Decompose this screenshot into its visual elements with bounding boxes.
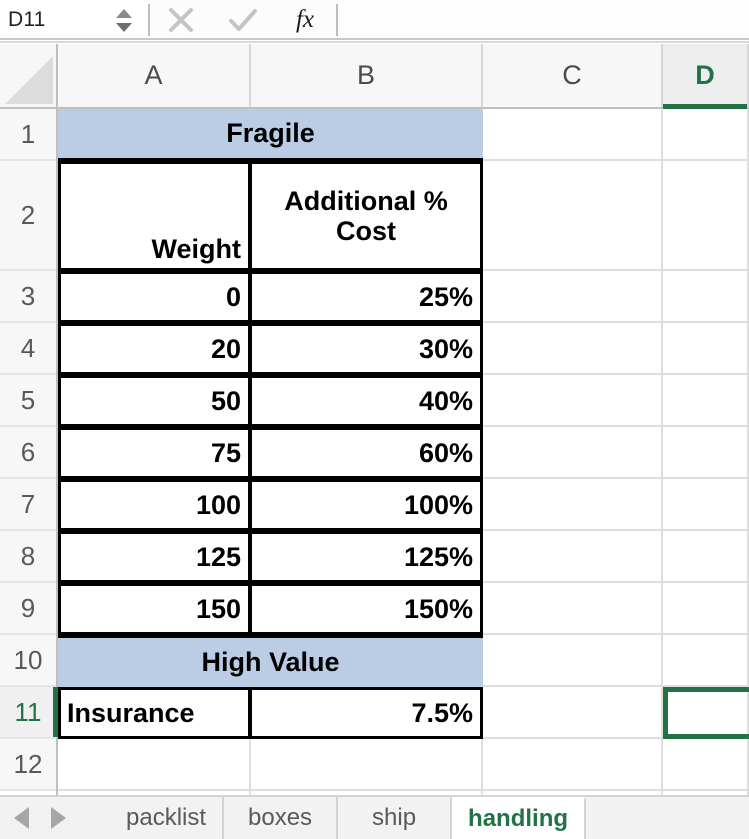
row-header-4[interactable]: 4	[0, 323, 56, 375]
cost-header-line-2: Cost	[336, 216, 396, 246]
formula-bar-buttons: fx	[150, 0, 336, 40]
cell-B4-cost[interactable]: 30%	[249, 323, 483, 375]
cell-B2-cost-header[interactable]: Additional % Cost	[249, 161, 483, 271]
row-header-11[interactable]: 11	[0, 687, 58, 739]
row-header-2[interactable]: 2	[0, 161, 56, 271]
column-header-D[interactable]: D	[663, 44, 749, 109]
cancel-icon[interactable]	[150, 0, 212, 40]
sheet-tab-bar: packlist boxes ship handling	[0, 795, 749, 839]
check-icon[interactable]	[212, 0, 274, 40]
sheet-tab-ship[interactable]: ship	[338, 797, 453, 839]
column-headers: ABCD	[58, 44, 749, 109]
cell-area: Fragile Weight Additional % Cost High Va…	[58, 109, 749, 795]
spinner-down-icon[interactable]	[116, 22, 132, 32]
row-header-7[interactable]: 7	[0, 479, 56, 531]
name-box[interactable]: D11	[0, 0, 148, 40]
cell-A3-weight[interactable]: 0	[58, 271, 251, 323]
cell-A2-weight-header[interactable]: Weight	[58, 161, 251, 271]
spinner-up-icon[interactable]	[116, 8, 132, 18]
cell-A7-weight[interactable]: 100	[58, 479, 251, 531]
spreadsheet-grid: ABCD 1 2 3 4 5 6 7 8 9 10 11 12 Fragile Weight Addi…	[0, 44, 749, 795]
triangle-right-icon[interactable]	[51, 807, 66, 829]
function-icon[interactable]: fx	[274, 0, 336, 40]
cell-A1-fragile-header[interactable]: Fragile	[58, 109, 483, 161]
row-header-10[interactable]: 10	[0, 635, 56, 687]
cell-A10-high-value-header[interactable]: High Value	[58, 635, 483, 687]
select-all-triangle-icon	[5, 56, 53, 104]
formula-input[interactable]	[338, 0, 749, 40]
cell-B3-cost[interactable]: 25%	[249, 271, 483, 323]
row-header-8[interactable]: 8	[0, 531, 56, 583]
cell-B9-cost[interactable]: 150%	[249, 583, 483, 635]
sheet-tab-packlist[interactable]: packlist	[110, 797, 225, 839]
cell-A6-weight[interactable]: 75	[58, 427, 251, 479]
cell-B7-cost[interactable]: 100%	[249, 479, 483, 531]
cell-A11-insurance-label[interactable]: Insurance	[58, 687, 251, 739]
sheet-tab-boxes[interactable]: boxes	[224, 797, 339, 839]
cell-A8-weight[interactable]: 125	[58, 531, 251, 583]
gridline-vertical	[661, 109, 663, 795]
row-header-12[interactable]: 12	[0, 739, 56, 791]
column-header-A[interactable]: A	[58, 44, 251, 107]
column-header-C[interactable]: C	[483, 44, 663, 107]
cost-header-line-1: Additional %	[284, 185, 448, 216]
formula-bar-rule-secondary	[0, 41, 749, 43]
cell-A4-weight[interactable]: 20	[58, 323, 251, 375]
select-all-button[interactable]	[0, 44, 58, 109]
row-headers: 1 2 3 4 5 6 7 8 9 10 11 12	[0, 109, 58, 795]
cell-B8-cost[interactable]: 125%	[249, 531, 483, 583]
triangle-left-icon[interactable]	[14, 807, 29, 829]
column-header-B[interactable]: B	[251, 44, 483, 107]
selected-cell-indicator	[663, 687, 749, 739]
cell-A9-weight[interactable]: 150	[58, 583, 251, 635]
cell-B11-insurance-value[interactable]: 7.5%	[249, 687, 483, 739]
row-header-1[interactable]: 1	[0, 109, 56, 161]
formula-bar-rule	[0, 38, 749, 40]
name-box-spinner[interactable]	[114, 0, 134, 40]
gridline-horizontal	[58, 789, 749, 791]
row-header-3[interactable]: 3	[0, 271, 56, 323]
row-header-5[interactable]: 5	[0, 375, 56, 427]
cell-B5-cost[interactable]: 40%	[249, 375, 483, 427]
sheet-navigation	[0, 797, 110, 839]
row-header-6[interactable]: 6	[0, 427, 56, 479]
sheet-tab-handling[interactable]: handling	[452, 797, 587, 839]
row-header-9[interactable]: 9	[0, 583, 56, 635]
name-box-value: D11	[8, 8, 46, 31]
formula-bar: D11 fx	[0, 0, 749, 40]
cell-A5-weight[interactable]: 50	[58, 375, 251, 427]
cell-B6-cost[interactable]: 60%	[249, 427, 483, 479]
